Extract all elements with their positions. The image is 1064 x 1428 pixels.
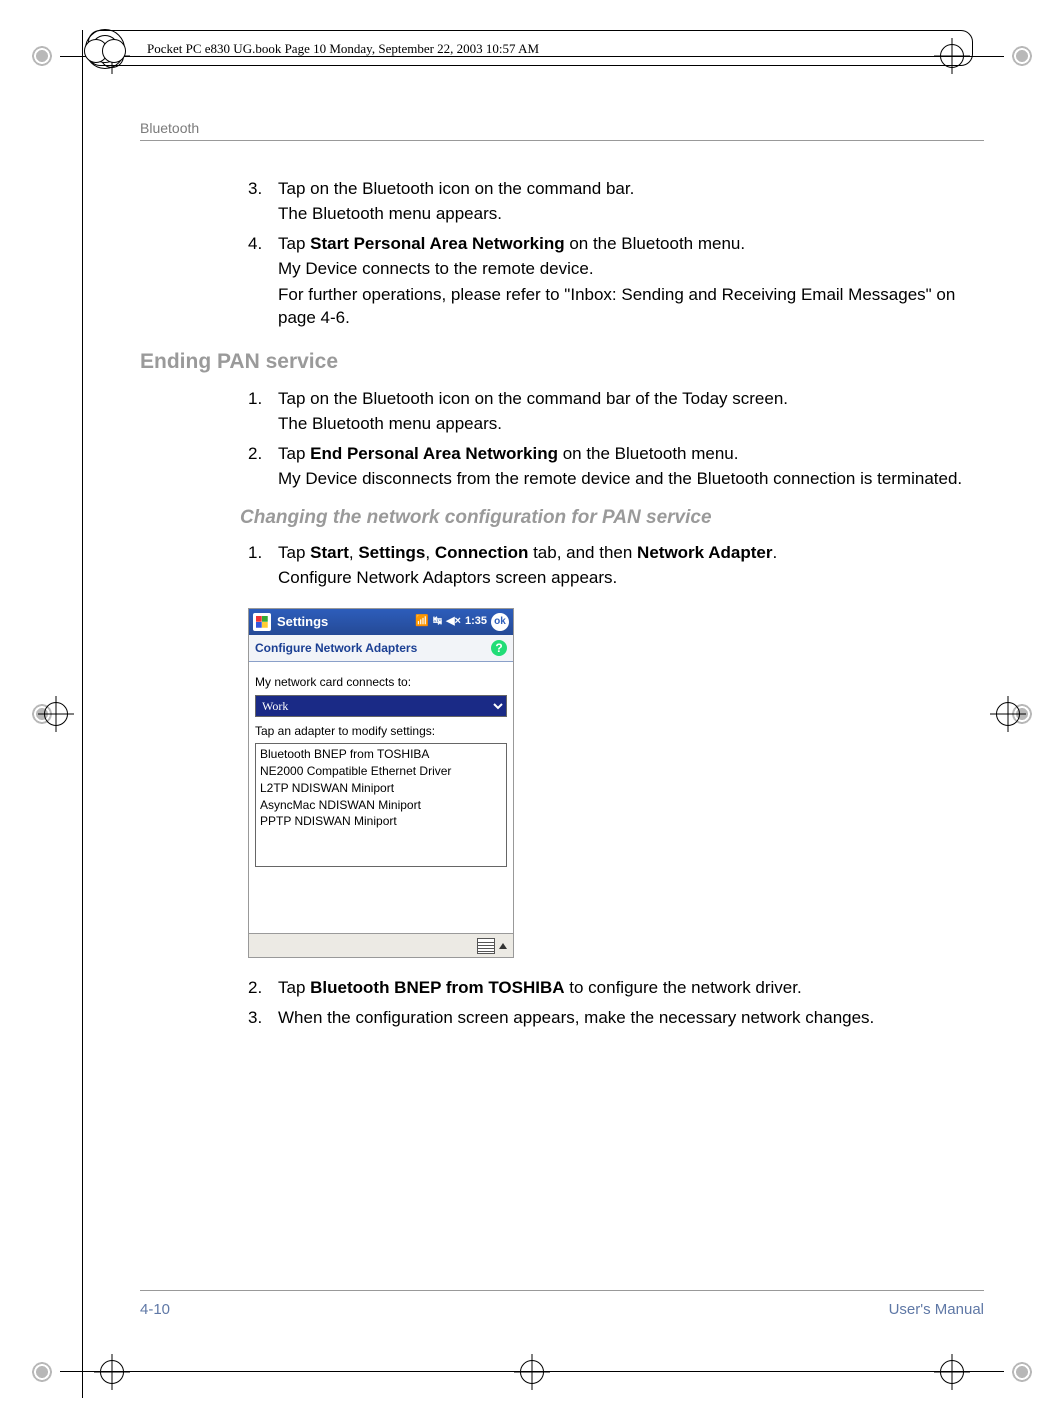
windows-flag-icon <box>253 613 271 631</box>
text: Tap <box>278 543 310 562</box>
bold-term: Connection <box>435 543 529 562</box>
step-number: 1. <box>248 541 262 564</box>
text: , <box>349 543 358 562</box>
bold-term: Start Personal Area Networking <box>310 234 564 253</box>
list-item: 1. Tap Start, Settings, Connection tab, … <box>248 541 984 590</box>
registration-mark <box>28 42 56 70</box>
bold-term: Network Adapter <box>637 543 772 562</box>
signal-icon: 📶 <box>415 614 429 629</box>
network-card-select[interactable]: Work <box>255 695 507 717</box>
ok-button[interactable]: ok <box>491 613 509 631</box>
list-item[interactable]: L2TP NDISWAN Miniport <box>260 780 502 797</box>
step-text: When the configuration screen appears, m… <box>278 1008 874 1027</box>
crop-mark <box>934 1354 970 1390</box>
step-number: 2. <box>248 442 262 465</box>
text: , <box>425 543 434 562</box>
crop-mark <box>514 1354 550 1390</box>
pda-caption: Tap an adapter to modify settings: <box>255 723 507 740</box>
pda-titlebar: Settings 📶 ↹ ◀× 1:35 ok <box>249 609 513 635</box>
registration-mark <box>28 1358 56 1386</box>
step-subtext: The Bluetooth menu appears. <box>278 412 984 435</box>
keyboard-icon[interactable] <box>477 938 495 954</box>
crop-mark <box>38 696 74 732</box>
pda-bottom-bar <box>249 933 513 957</box>
page-meta-frame: Pocket PC e830 UG.book Page 10 Monday, S… <box>88 30 973 66</box>
registration-mark <box>1008 1358 1036 1386</box>
page-content: Bluetooth 3. Tap on the Bluetooth icon o… <box>140 120 984 1318</box>
step-number: 4. <box>248 232 262 255</box>
chevron-up-icon[interactable] <box>499 943 507 949</box>
text: to configure the network driver. <box>565 978 802 997</box>
step-text: Tap Bluetooth BNEP from TOSHIBA to confi… <box>278 978 802 997</box>
text: on the Bluetooth menu. <box>565 234 746 253</box>
crop-mark <box>990 696 1026 732</box>
step-number: 3. <box>248 1006 262 1029</box>
book-icon <box>85 29 125 69</box>
manual-title: User's Manual <box>889 1301 984 1318</box>
crop-line-left <box>82 30 83 1398</box>
text: Tap <box>278 444 310 463</box>
page-footer: 4-10 User's Manual <box>140 1290 984 1318</box>
step-subtext: For further operations, please refer to … <box>278 283 984 330</box>
adapter-listbox[interactable]: Bluetooth BNEP from TOSHIBA NE2000 Compa… <box>255 743 507 867</box>
text: tab, and then <box>528 543 637 562</box>
page-number: 4-10 <box>140 1301 170 1318</box>
bold-term: Bluetooth BNEP from TOSHIBA <box>310 978 564 997</box>
running-header: Bluetooth <box>140 120 984 141</box>
list-item: 1. Tap on the Bluetooth icon on the comm… <box>248 387 984 436</box>
pda-screenshot: Settings 📶 ↹ ◀× 1:35 ok Configure Networ… <box>248 608 514 959</box>
pda-time: 1:35 <box>465 614 487 629</box>
text: . <box>772 543 777 562</box>
sync-icon: ↹ <box>433 614 442 629</box>
pda-subtitle-bar: Configure Network Adapters ? <box>249 635 513 663</box>
pda-window-title: Settings <box>277 613 328 631</box>
crop-mark <box>94 1354 130 1390</box>
heading-ending-pan: Ending PAN service <box>140 348 984 377</box>
step-text: Tap on the Bluetooth icon on the command… <box>278 389 788 408</box>
step-number: 2. <box>248 976 262 999</box>
list-item[interactable]: PPTP NDISWAN Miniport <box>260 813 502 830</box>
text: on the Bluetooth menu. <box>558 444 739 463</box>
heading-changing-network: Changing the network configuration for P… <box>240 505 984 531</box>
list-item: 3. When the configuration screen appears… <box>248 1006 984 1029</box>
list-item: 2. Tap Bluetooth BNEP from TOSHIBA to co… <box>248 976 984 999</box>
list-item: 4. Tap Start Personal Area Networking on… <box>248 232 984 330</box>
help-icon[interactable]: ? <box>491 640 507 656</box>
step-text: Tap Start, Settings, Connection tab, and… <box>278 543 777 562</box>
step-number: 1. <box>248 387 262 410</box>
step-subtext: My Device disconnects from the remote de… <box>278 467 984 490</box>
list-item[interactable]: AsyncMac NDISWAN Miniport <box>260 797 502 814</box>
list-item: 2. Tap End Personal Area Networking on t… <box>248 442 984 491</box>
step-text: Tap Start Personal Area Networking on th… <box>278 234 745 253</box>
bold-term: Start <box>310 543 349 562</box>
step-text: Tap End Personal Area Networking on the … <box>278 444 739 463</box>
step-subtext: My Device connects to the remote device. <box>278 257 984 280</box>
speaker-icon: ◀× <box>446 614 461 629</box>
list-item: 3. Tap on the Bluetooth icon on the comm… <box>248 177 984 226</box>
pda-tray: 📶 ↹ ◀× 1:35 ok <box>415 613 509 631</box>
list-item[interactable]: Bluetooth BNEP from TOSHIBA <box>260 746 502 763</box>
text: Tap <box>278 978 310 997</box>
bold-term: End Personal Area Networking <box>310 444 558 463</box>
page-meta-text: Pocket PC e830 UG.book Page 10 Monday, S… <box>107 41 954 57</box>
registration-mark <box>1008 42 1036 70</box>
step-subtext: The Bluetooth menu appears. <box>278 202 984 225</box>
pda-subtitle: Configure Network Adapters <box>255 640 417 657</box>
bold-term: Settings <box>358 543 425 562</box>
text: Tap <box>278 234 310 253</box>
step-text: Tap on the Bluetooth icon on the command… <box>278 179 634 198</box>
step-subtext: Configure Network Adaptors screen appear… <box>278 566 984 589</box>
pda-caption: My network card connects to: <box>255 674 507 691</box>
list-item[interactable]: NE2000 Compatible Ethernet Driver <box>260 763 502 780</box>
step-number: 3. <box>248 177 262 200</box>
